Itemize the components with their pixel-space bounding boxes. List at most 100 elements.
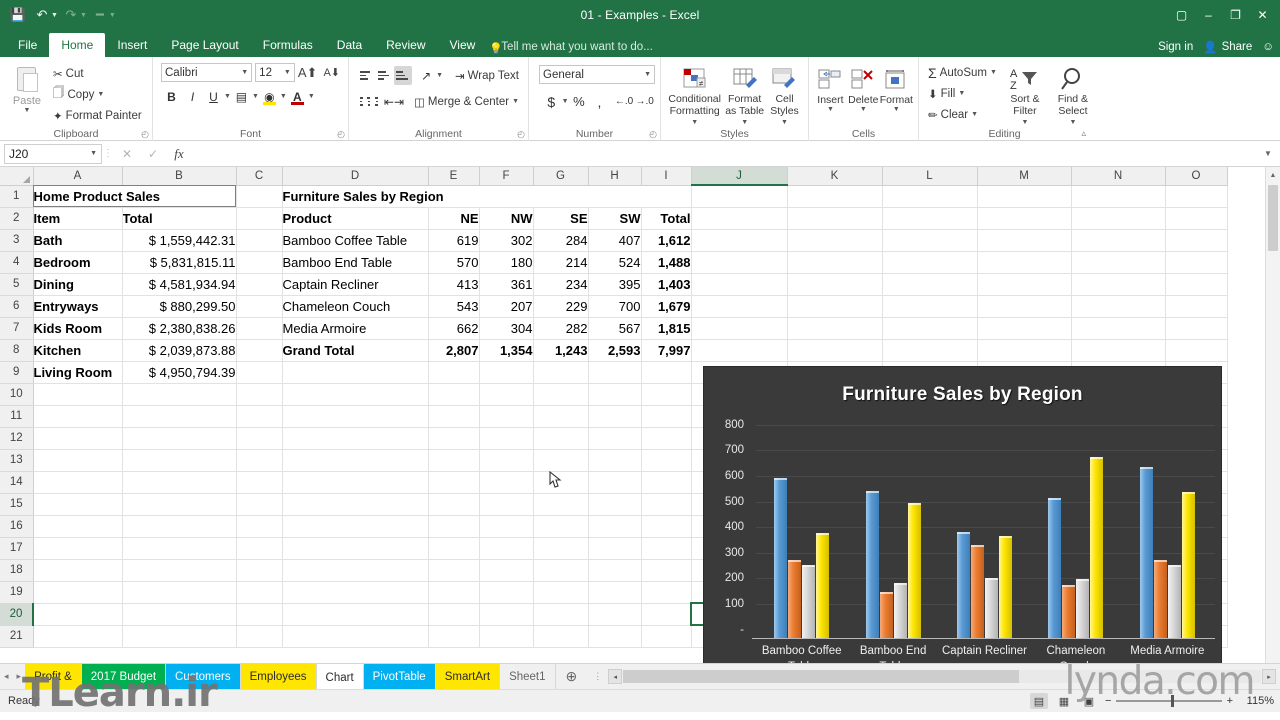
cell-f2[interactable]: NW <box>479 207 534 230</box>
cell-c18[interactable] <box>236 559 283 582</box>
cell-c15[interactable] <box>236 493 283 516</box>
column-header-j[interactable]: J <box>691 167 788 186</box>
cell-e8[interactable]: 2,807 <box>428 339 480 362</box>
cell-d18[interactable] <box>282 559 429 582</box>
cell-a14[interactable] <box>33 471 123 494</box>
cell-m5[interactable] <box>977 273 1072 296</box>
cell-m8[interactable] <box>977 339 1072 362</box>
sheet-tab-sheet1[interactable]: Sheet1 <box>500 664 556 689</box>
cell-d1[interactable]: Furniture Sales by Region <box>282 185 692 208</box>
row-header-20[interactable]: 20 <box>0 603 34 626</box>
align-center-icon[interactable] <box>365 92 372 111</box>
row-header-8[interactable]: 8 <box>0 339 34 362</box>
cell-n1[interactable] <box>1071 185 1166 208</box>
cell-i8[interactable]: 7,997 <box>641 339 692 362</box>
cell-c11[interactable] <box>236 405 283 428</box>
cell-f20[interactable] <box>479 603 534 626</box>
row-header-21[interactable]: 21 <box>0 625 34 648</box>
zoom-track[interactable] <box>1116 695 1222 708</box>
cell-j7[interactable] <box>691 317 788 340</box>
accounting-format-icon[interactable]: $ <box>541 91 562 112</box>
cell-e4[interactable]: 570 <box>428 251 480 274</box>
cell-c1[interactable] <box>236 185 283 208</box>
cell-e19[interactable] <box>428 581 480 604</box>
window-controls[interactable]: ▢ – ❐ ✕ <box>1168 0 1276 30</box>
row-header-10[interactable]: 10 <box>0 383 34 406</box>
cell-c14[interactable] <box>236 471 283 494</box>
align-left-icon[interactable] <box>358 92 365 111</box>
font-color-icon[interactable]: A <box>287 86 308 107</box>
cell-d13[interactable] <box>282 449 429 472</box>
cell-i15[interactable] <box>641 493 692 516</box>
insert-dropdown-icon[interactable]: ▼ <box>827 106 834 113</box>
merge-dropdown-icon[interactable]: ▼ <box>512 98 519 105</box>
delete-cells-button[interactable]: Delete ▼ <box>847 63 880 113</box>
format-painter-button[interactable]: ✦ Format Painter <box>49 105 146 126</box>
check-icon[interactable]: ✓ <box>140 144 166 164</box>
cell-e3[interactable]: 619 <box>428 229 480 252</box>
cell-m1[interactable] <box>977 185 1072 208</box>
row-header-2[interactable]: 2 <box>0 207 34 230</box>
cell-c12[interactable] <box>236 427 283 450</box>
cell-h11[interactable] <box>588 405 642 428</box>
cell-f18[interactable] <box>479 559 534 582</box>
cell-e17[interactable] <box>428 537 480 560</box>
cell-b21[interactable] <box>122 625 237 648</box>
cell-d3[interactable]: Bamboo Coffee Table <box>282 229 429 252</box>
scroll-right-icon[interactable]: ▸ <box>1262 669 1276 684</box>
cell-f12[interactable] <box>479 427 534 450</box>
cell-k3[interactable] <box>787 229 883 252</box>
zoom-out-icon[interactable]: − <box>1105 695 1111 707</box>
cell-o6[interactable] <box>1165 295 1228 318</box>
cell-a12[interactable] <box>33 427 123 450</box>
cell-l6[interactable] <box>882 295 978 318</box>
cell-e11[interactable] <box>428 405 480 428</box>
wrap-text-button[interactable]: ⇥ Wrap Text <box>451 65 523 86</box>
page-layout-icon[interactable]: ▦ <box>1055 693 1073 709</box>
cell-o4[interactable] <box>1165 251 1228 274</box>
cell-c4[interactable] <box>236 251 283 274</box>
cell-styles-dropdown-icon[interactable]: ▼ <box>781 117 788 129</box>
cell-f14[interactable] <box>479 471 534 494</box>
cell-f7[interactable]: 304 <box>479 317 534 340</box>
cell-f4[interactable]: 180 <box>479 251 534 274</box>
row-header-6[interactable]: 6 <box>0 295 34 318</box>
vertical-scrollbar[interactable]: ▲ <box>1265 167 1280 663</box>
cell-d12[interactable] <box>282 427 429 450</box>
increase-indent-icon[interactable]: ⇥ <box>394 91 404 112</box>
cell-f19[interactable] <box>479 581 534 604</box>
spreadsheet-grid[interactable]: A B C D E F G H I J K L M N O 1 Home Pro… <box>0 167 1280 663</box>
cell-c21[interactable] <box>236 625 283 648</box>
cell-i5[interactable]: 1,403 <box>641 273 692 296</box>
column-header-n[interactable]: N <box>1071 167 1166 186</box>
number-format-select[interactable]: General ▼ <box>539 65 655 84</box>
cell-f10[interactable] <box>479 383 534 406</box>
cell-g16[interactable] <box>533 515 589 538</box>
cell-k2[interactable] <box>787 207 883 230</box>
cell-a5[interactable]: Dining <box>33 273 123 296</box>
cell-a15[interactable] <box>33 493 123 516</box>
cell-i14[interactable] <box>641 471 692 494</box>
cell-g17[interactable] <box>533 537 589 560</box>
clear-dropdown-icon[interactable]: ▼ <box>971 111 978 118</box>
row-header-14[interactable]: 14 <box>0 471 34 494</box>
cell-g12[interactable] <box>533 427 589 450</box>
format-cells-button[interactable]: Format ▼ <box>880 63 913 113</box>
cell-a2[interactable]: Item <box>33 207 123 230</box>
align-bottom-icon[interactable] <box>394 66 413 85</box>
cell-b10[interactable] <box>122 383 237 406</box>
find-select-button[interactable]: Find & Select ▼ <box>1049 62 1097 129</box>
clipboard-dialog-launcher-icon[interactable]: ◴ <box>141 129 149 140</box>
row-header-11[interactable]: 11 <box>0 405 34 428</box>
cell-g6[interactable]: 229 <box>533 295 589 318</box>
sheet-tab-employees[interactable]: Employees <box>240 664 317 689</box>
cell-b16[interactable] <box>122 515 237 538</box>
cell-b6[interactable]: $ 880,299.50 <box>122 295 237 318</box>
cell-f6[interactable]: 207 <box>479 295 534 318</box>
percent-style-icon[interactable]: % <box>569 91 590 112</box>
cell-j6[interactable] <box>691 295 788 318</box>
cell-d6[interactable]: Chameleon Couch <box>282 295 429 318</box>
account-area[interactable]: Sign in 👤 Share ☺ <box>1158 40 1274 54</box>
cell-g7[interactable]: 282 <box>533 317 589 340</box>
cell-o1[interactable] <box>1165 185 1228 208</box>
